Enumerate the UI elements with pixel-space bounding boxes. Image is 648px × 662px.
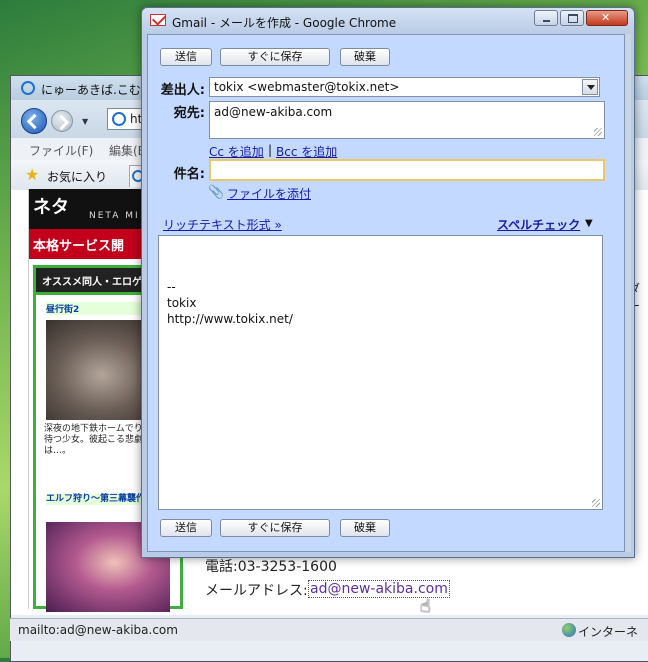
browser-title: にゅーあきば.こむ (41, 83, 141, 97)
ie-logo-icon (21, 81, 35, 95)
to-label: 宛先: (173, 106, 205, 121)
paperclip-icon: 📎 (208, 185, 225, 200)
banner-text: 本格サービス開 (33, 239, 125, 254)
page-icon (112, 112, 126, 126)
banner-subtext: NETA MI (89, 211, 140, 221)
compose-title: Gmail - メールを作成 - Google Chrome (172, 16, 397, 30)
phone-text: 電話:03-3253-1600 (205, 559, 337, 575)
compose-titlebar: Gmail - メールを作成 - Google Chrome (142, 8, 634, 34)
send-button-bottom[interactable]: 送信 (160, 519, 212, 537)
subject-label: 件名: (173, 167, 205, 182)
from-select[interactable]: tokix <webmaster@tokix.net> (209, 77, 600, 97)
send-button[interactable]: 送信 (160, 48, 212, 66)
security-zone: インターネ (578, 625, 639, 639)
hand-cursor-icon: ☝ (420, 596, 431, 617)
maximize-button[interactable] (560, 10, 584, 26)
add-bcc-link[interactable]: Bcc を追加 (276, 143, 337, 160)
spell-check-link[interactable]: スペルチェック (497, 216, 580, 233)
discard-button-bottom[interactable]: 破棄 (340, 519, 390, 537)
minimize-button[interactable] (534, 10, 558, 26)
banner-logo: ネタ (33, 197, 69, 218)
menu-edit[interactable]: 編集(E (109, 142, 145, 159)
spell-check-dropdown-icon[interactable]: ▼ (585, 218, 593, 229)
chevron-down-icon[interactable] (582, 79, 598, 95)
status-bar: mailto:ad@new-akiba.com インターネ (10, 618, 648, 641)
to-field[interactable]: ad@new-akiba.com (209, 101, 605, 139)
close-button[interactable] (586, 10, 628, 26)
back-button[interactable] (21, 108, 47, 134)
resize-grip-icon[interactable] (594, 128, 602, 136)
resize-grip-icon[interactable] (592, 499, 600, 507)
scrollbar[interactable] (625, 34, 631, 552)
recommend-header-text: オススメ同人・エロゲ (42, 277, 142, 288)
attach-file-link[interactable]: ファイルを添付 (227, 185, 311, 202)
compose-body: 送信 すぐに保存 破棄 差出人: tokix <webmaster@tokix.… (147, 34, 625, 552)
to-value: ad@new-akiba.com (214, 105, 333, 119)
menu-file[interactable]: ファイル(F) (29, 142, 93, 159)
body-line: tokix (167, 296, 197, 310)
from-label: 差出人: (160, 83, 205, 98)
save-now-button[interactable]: すぐに保存 (220, 48, 330, 66)
gmail-icon (150, 14, 166, 26)
body-line: -- (167, 280, 176, 294)
body-line: http://www.tokix.net/ (167, 312, 293, 326)
from-value: tokix <webmaster@tokix.net> (214, 80, 400, 94)
subject-field[interactable] (209, 159, 605, 181)
favorites-button[interactable]: お気に入り (47, 168, 107, 185)
star-icon[interactable]: ★ (25, 165, 39, 184)
message-body-editor[interactable]: -- tokix http://www.tokix.net/ (158, 235, 603, 510)
rich-text-link[interactable]: リッチテキスト形式 » (163, 216, 282, 233)
save-now-button-bottom[interactable]: すぐに保存 (220, 519, 330, 537)
status-text: mailto:ad@new-akiba.com (18, 623, 178, 637)
history-dropdown-icon[interactable]: ▼ (82, 117, 88, 126)
compose-window: Gmail - メールを作成 - Google Chrome 送信 すぐに保存 … (141, 7, 635, 558)
link-separator: | (268, 143, 273, 157)
discard-button[interactable]: 破棄 (340, 48, 390, 66)
forward-button[interactable] (51, 110, 73, 132)
email-label: メールアドレス: (205, 583, 308, 599)
globe-icon (562, 623, 576, 637)
add-cc-link[interactable]: Cc を追加 (209, 143, 264, 160)
